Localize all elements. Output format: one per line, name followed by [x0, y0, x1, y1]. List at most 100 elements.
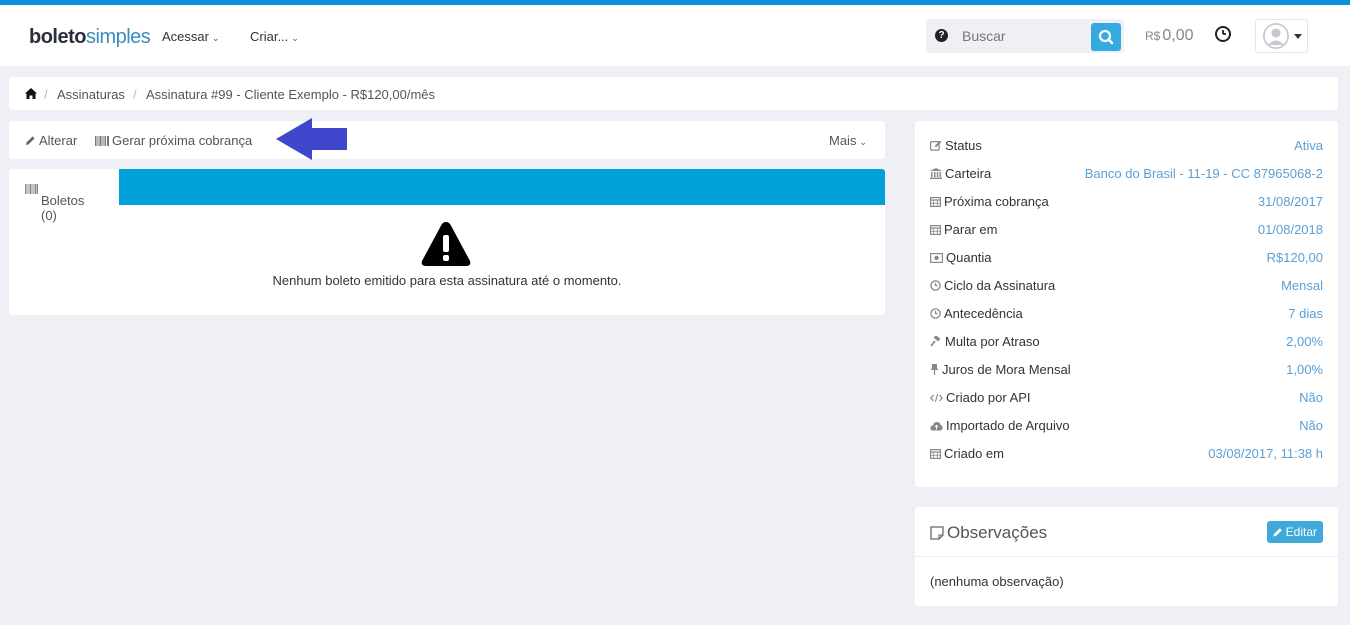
detail-value: 7 dias: [1288, 306, 1323, 321]
money-icon: [930, 253, 944, 264]
detail-stop-at: Parar em 01/08/2018: [915, 219, 1338, 239]
detail-cycle: Ciclo da Assinatura Mensal: [915, 275, 1338, 295]
detail-value: Banco do Brasil - 11-19 - CC 87965068-2: [1084, 166, 1323, 181]
detail-label: Parar em: [930, 222, 997, 237]
pencil-icon: [1273, 528, 1282, 537]
chevron-down-icon: ⌄: [859, 137, 867, 147]
tab-boletos-label: Boletos (0): [41, 193, 85, 223]
toolbar: Alterar Gerar próxima cobrança Mais ⌄: [9, 121, 885, 159]
caret-down-icon: [1294, 34, 1302, 39]
detail-label: Status: [930, 138, 982, 153]
home-icon[interactable]: [25, 88, 37, 99]
detail-value: 1,00%: [1286, 362, 1323, 377]
detail-value: 03/08/2017, 11:38 h: [1208, 446, 1323, 461]
logo-part1: boleto: [29, 26, 87, 48]
search-button[interactable]: [1091, 23, 1121, 51]
detail-status: Status Ativa: [915, 135, 1338, 155]
detail-label: Criado por API: [929, 390, 1031, 405]
more-menu[interactable]: Mais ⌄: [829, 133, 867, 150]
detail-next-charge: Próxima cobrança 31/08/2017: [915, 191, 1338, 211]
edit-notes-button[interactable]: Editar: [1266, 521, 1323, 543]
gavel-icon: [930, 334, 941, 347]
annotation-arrow: [276, 118, 347, 160]
tab-boletos[interactable]: Boletos (0): [9, 169, 119, 223]
notes-title: Observações: [930, 523, 1047, 543]
detail-imported-from-file: Importado de Arquivo Não: [915, 415, 1338, 435]
user-menu-button[interactable]: [1255, 19, 1308, 53]
user-icon: [1263, 23, 1289, 49]
detail-value: 01/08/2018: [1257, 222, 1323, 237]
search-box: ?: [926, 19, 1124, 53]
logo[interactable]: boletosimples: [29, 25, 151, 49]
detail-value: 31/08/2017: [1257, 194, 1323, 209]
detail-wallet: Carteira Banco do Brasil - 11-19 - CC 87…: [915, 163, 1338, 183]
breadcrumb-current: Assinatura #99 - Cliente Exemplo - R$120…: [146, 87, 436, 102]
boletos-panel: Boletos (0) Nenhum boleto emitido para e…: [9, 169, 885, 315]
code-icon: [929, 393, 944, 403]
chevron-down-icon: ⌄: [291, 33, 299, 43]
more-label: Mais: [829, 133, 857, 148]
detail-value: Mensal: [1281, 278, 1323, 293]
detail-late-fee: Multa por Atraso 2,00%: [915, 331, 1338, 351]
detail-value: Não: [1299, 390, 1323, 405]
barcode-icon: [25, 184, 38, 194]
detail-label: Quantia: [930, 250, 992, 265]
pin-icon: [930, 364, 939, 375]
detail-value: Não: [1299, 418, 1323, 433]
menu-create[interactable]: Criar... ⌄: [250, 29, 299, 46]
balance-amount: 0,00: [1162, 27, 1194, 44]
generate-charge-button[interactable]: Gerar próxima cobrança: [95, 133, 252, 148]
clock-icon: [1215, 26, 1231, 42]
detail-monthly-interest: Juros de Mora Mensal 1,00%: [915, 359, 1338, 379]
detail-label: Próxima cobrança: [930, 194, 1049, 209]
empty-message: Nenhum boleto emitido para esta assinatu…: [272, 273, 622, 288]
detail-created-at: Criado em 03/08/2017, 11:38 h: [915, 443, 1338, 463]
note-icon: [930, 526, 944, 540]
calendar-icon: [930, 449, 942, 460]
breadcrumb-separator: /: [44, 87, 48, 102]
avatar: [1263, 23, 1289, 49]
tab-boletos-text: Boletos (0): [25, 181, 84, 223]
detail-label: Multa por Atraso: [930, 334, 1040, 349]
detail-label: Criado em: [930, 446, 1004, 461]
edit-button[interactable]: Alterar: [25, 133, 77, 148]
detail-value: 2,00%: [1286, 334, 1323, 349]
detail-advance: Antecedência 7 dias: [915, 303, 1338, 323]
search-input[interactable]: [956, 19, 1088, 53]
menu-access-label: Acessar: [162, 29, 209, 44]
balance-currency: R$: [1145, 29, 1161, 43]
detail-label: Ciclo da Assinatura: [930, 278, 1055, 293]
bank-icon: [930, 168, 942, 179]
calendar-icon: [930, 225, 942, 236]
warning-icon: [421, 222, 471, 266]
clock-icon: [930, 308, 941, 319]
logo-part2: simples: [86, 26, 151, 48]
clock-icon: [930, 280, 941, 291]
help-icon[interactable]: ?: [935, 29, 948, 42]
breadcrumb: / Assinaturas / Assinatura #99 - Cliente…: [9, 77, 1338, 110]
history-button[interactable]: [1214, 25, 1232, 43]
tab-bar: [119, 169, 885, 205]
edit-label: Alterar: [39, 133, 78, 148]
chevron-down-icon: ⌄: [211, 33, 220, 43]
barcode-icon: [95, 136, 109, 146]
pencil-icon: [26, 136, 35, 145]
subscription-details: Status Ativa Carteira Banco do Brasil - …: [915, 121, 1338, 487]
detail-amount: Quantia R$120,00: [915, 247, 1338, 267]
detail-label: Importado de Arquivo: [930, 418, 1070, 433]
detail-label: Juros de Mora Mensal: [930, 362, 1071, 377]
navbar: boletosimples Acessar⌄ Criar...⌄ ? R$0,0…: [0, 5, 1350, 66]
detail-value: Ativa: [1294, 138, 1323, 153]
notes-panel: Observações Editar (nenhuma observação): [915, 507, 1338, 606]
edit-icon: [930, 140, 942, 151]
detail-label: Carteira: [930, 166, 991, 181]
cloud-upload-icon: [930, 422, 943, 431]
breadcrumb-subscriptions[interactable]: Assinaturas: [57, 87, 125, 102]
breadcrumb-separator: /: [133, 87, 137, 102]
notes-body: (nenhuma observação): [930, 574, 1064, 589]
menu-access[interactable]: Acessar ⌄: [162, 29, 220, 46]
detail-created-by-api: Criado por API Não: [915, 387, 1338, 407]
balance: R$ 0,00: [1145, 27, 1193, 45]
detail-label: Antecedência: [930, 306, 1023, 321]
notes-header: Observações Editar: [915, 507, 1338, 557]
